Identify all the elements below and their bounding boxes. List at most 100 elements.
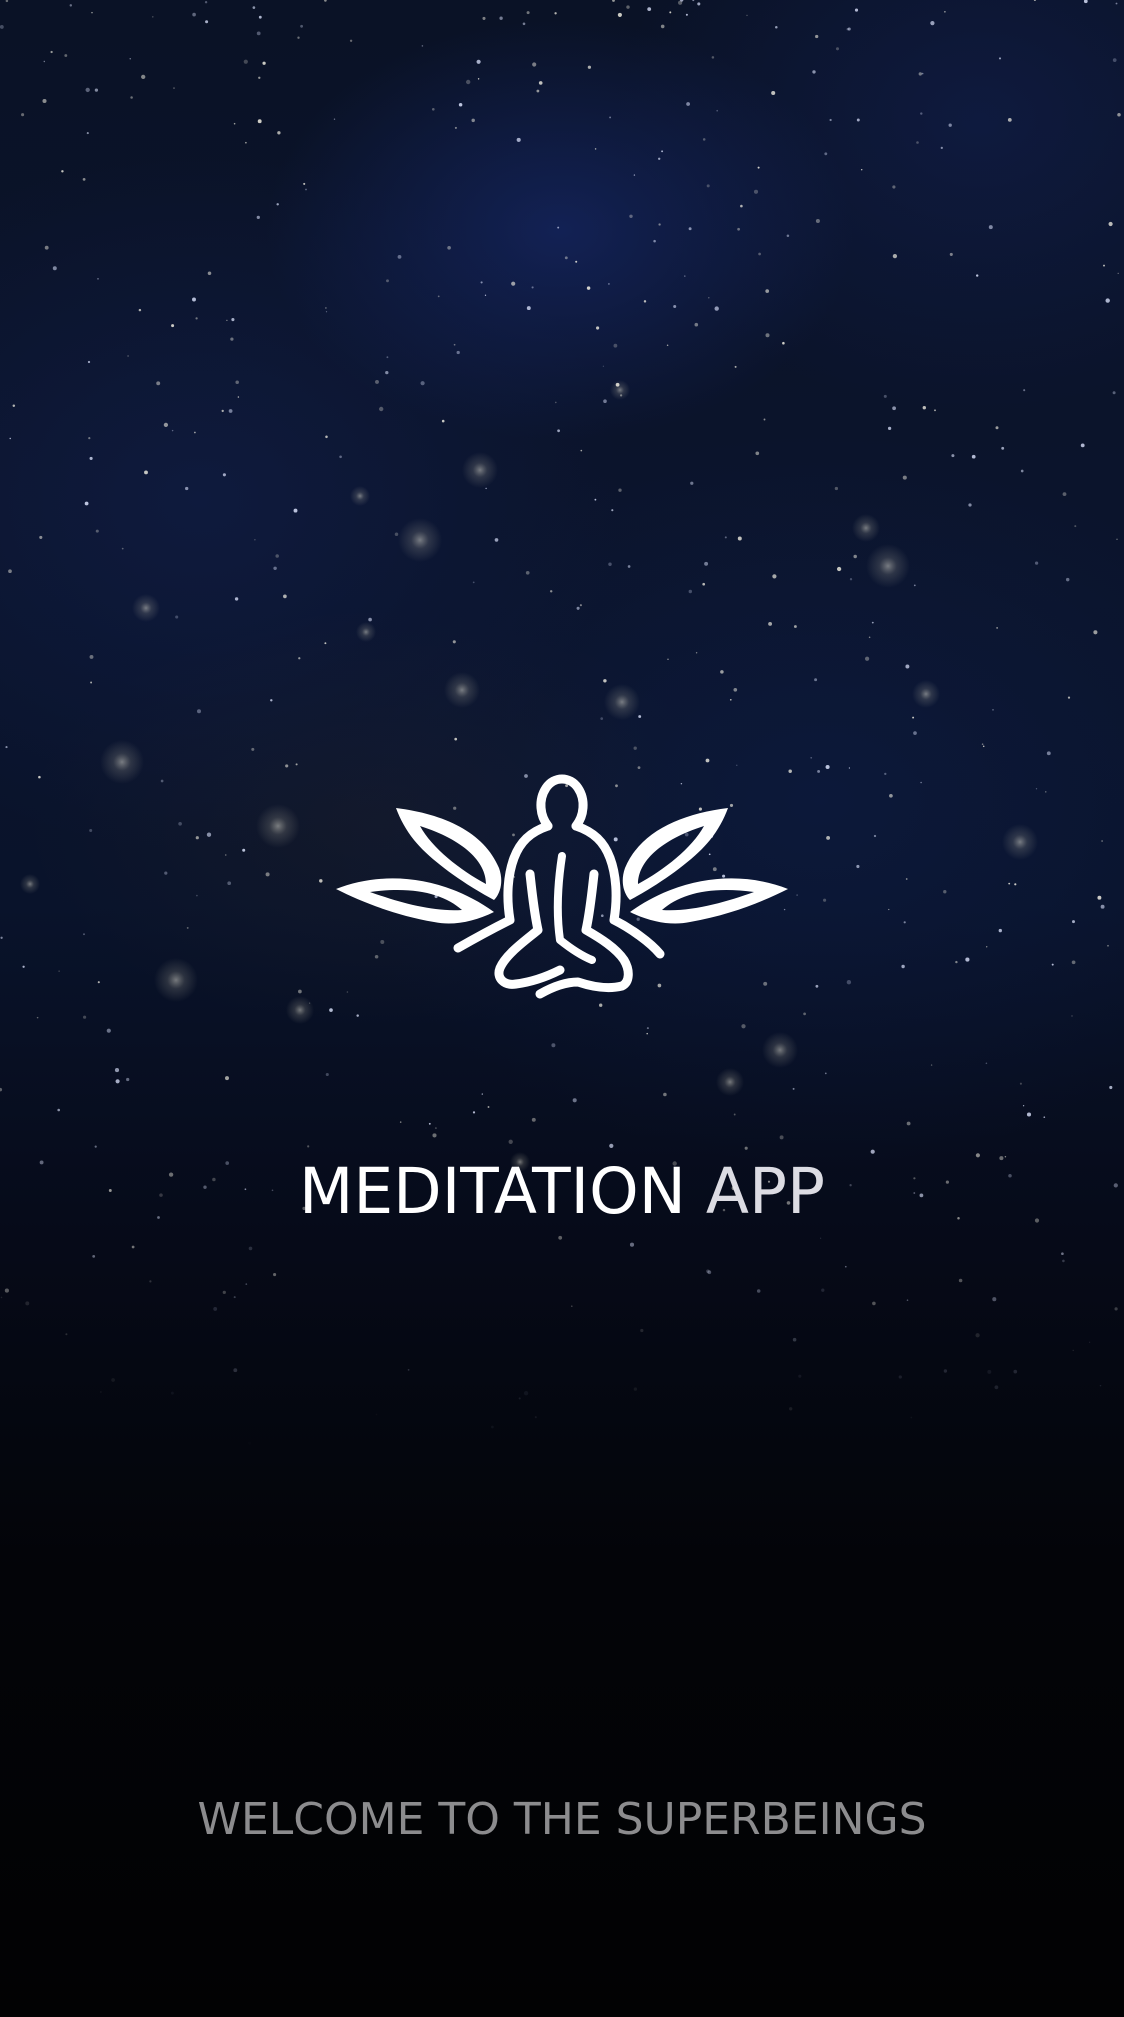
star: [1107, 944, 1109, 947]
star: [156, 381, 161, 386]
app-title: MEDITATION APP: [0, 1152, 1124, 1232]
star-glow: [462, 452, 498, 488]
star: [127, 355, 129, 357]
star: [1083, 0, 1088, 4]
star: [516, 137, 521, 142]
star: [206, 832, 212, 837]
star: [38, 775, 41, 779]
star: [163, 422, 169, 428]
star: [273, 566, 277, 571]
star: [325, 311, 328, 313]
star: [298, 989, 302, 994]
star: [319, 879, 323, 883]
star: [883, 394, 887, 398]
star: [613, 343, 618, 348]
star: [526, 11, 530, 15]
star: [52, 266, 57, 271]
star: [887, 426, 892, 431]
star: [922, 406, 926, 410]
star-glow: [100, 740, 144, 784]
star: [600, 717, 604, 720]
star: [420, 381, 425, 386]
star: [965, 957, 970, 962]
star: [491, 1425, 494, 1429]
star: [61, 170, 64, 173]
star: [629, 214, 633, 219]
star: [8, 569, 12, 574]
star: [91, 11, 93, 14]
star: [523, 1391, 529, 1396]
star: [522, 22, 526, 26]
star: [602, 365, 605, 367]
star: [1067, 696, 1071, 699]
star: [901, 964, 905, 969]
star: [1051, 963, 1054, 966]
star-glow: [154, 958, 198, 1002]
star: [298, 657, 301, 660]
star: [985, 1062, 988, 1065]
star: [943, 890, 947, 894]
welcome-tagline: WELCOME TO THE SUPERBEINGS: [197, 1794, 927, 1845]
star: [798, 1374, 802, 1378]
star: [1062, 492, 1067, 496]
star: [270, 699, 273, 702]
star: [884, 772, 887, 776]
star: [428, 1122, 431, 1125]
star: [50, 50, 53, 54]
star: [1023, 389, 1026, 392]
star: [1093, 630, 1098, 635]
star: [951, 454, 955, 458]
star-glow: [350, 486, 370, 506]
star: [1001, 446, 1005, 450]
star: [441, 419, 445, 423]
star: [111, 1378, 115, 1382]
star: [1020, 469, 1024, 473]
star: [913, 584, 916, 587]
star-glow: [762, 1032, 798, 1068]
star: [225, 854, 227, 856]
star: [1071, 960, 1076, 965]
star-glow: [444, 672, 480, 708]
star: [873, 834, 877, 838]
star: [164, 871, 168, 875]
star: [106, 1028, 111, 1033]
star: [1062, 1259, 1065, 1263]
star: [257, 119, 262, 124]
app-title-secondary: APP: [705, 1155, 825, 1228]
star: [237, 396, 240, 398]
star: [975, 1333, 980, 1338]
star: [329, 1008, 333, 1012]
star: [141, 74, 146, 80]
star: [1074, 525, 1077, 528]
star: [944, 11, 946, 13]
star: [557, 429, 560, 433]
star: [626, 5, 630, 9]
star: [912, 716, 915, 719]
star: [779, 1135, 784, 1140]
star: [231, 318, 235, 322]
star: [736, 764, 738, 766]
star: [607, 282, 610, 285]
star: [499, 16, 503, 20]
star: [88, 437, 91, 440]
star: [254, 539, 256, 541]
star: [171, 324, 175, 328]
star: [988, 225, 993, 230]
star: [368, 617, 372, 622]
star: [892, 185, 896, 189]
star: [669, 11, 672, 14]
star: [775, 26, 778, 29]
star: [611, 509, 614, 512]
star: [746, 14, 748, 17]
star: [998, 57, 1002, 60]
star: [471, 118, 475, 123]
star: [171, 429, 174, 432]
star: [21, 113, 25, 117]
star: [394, 532, 399, 537]
star: [603, 399, 607, 404]
star: [258, 76, 261, 79]
star: [421, 45, 424, 47]
star: [258, 15, 262, 19]
star: [906, 1121, 911, 1126]
star: [453, 343, 456, 346]
